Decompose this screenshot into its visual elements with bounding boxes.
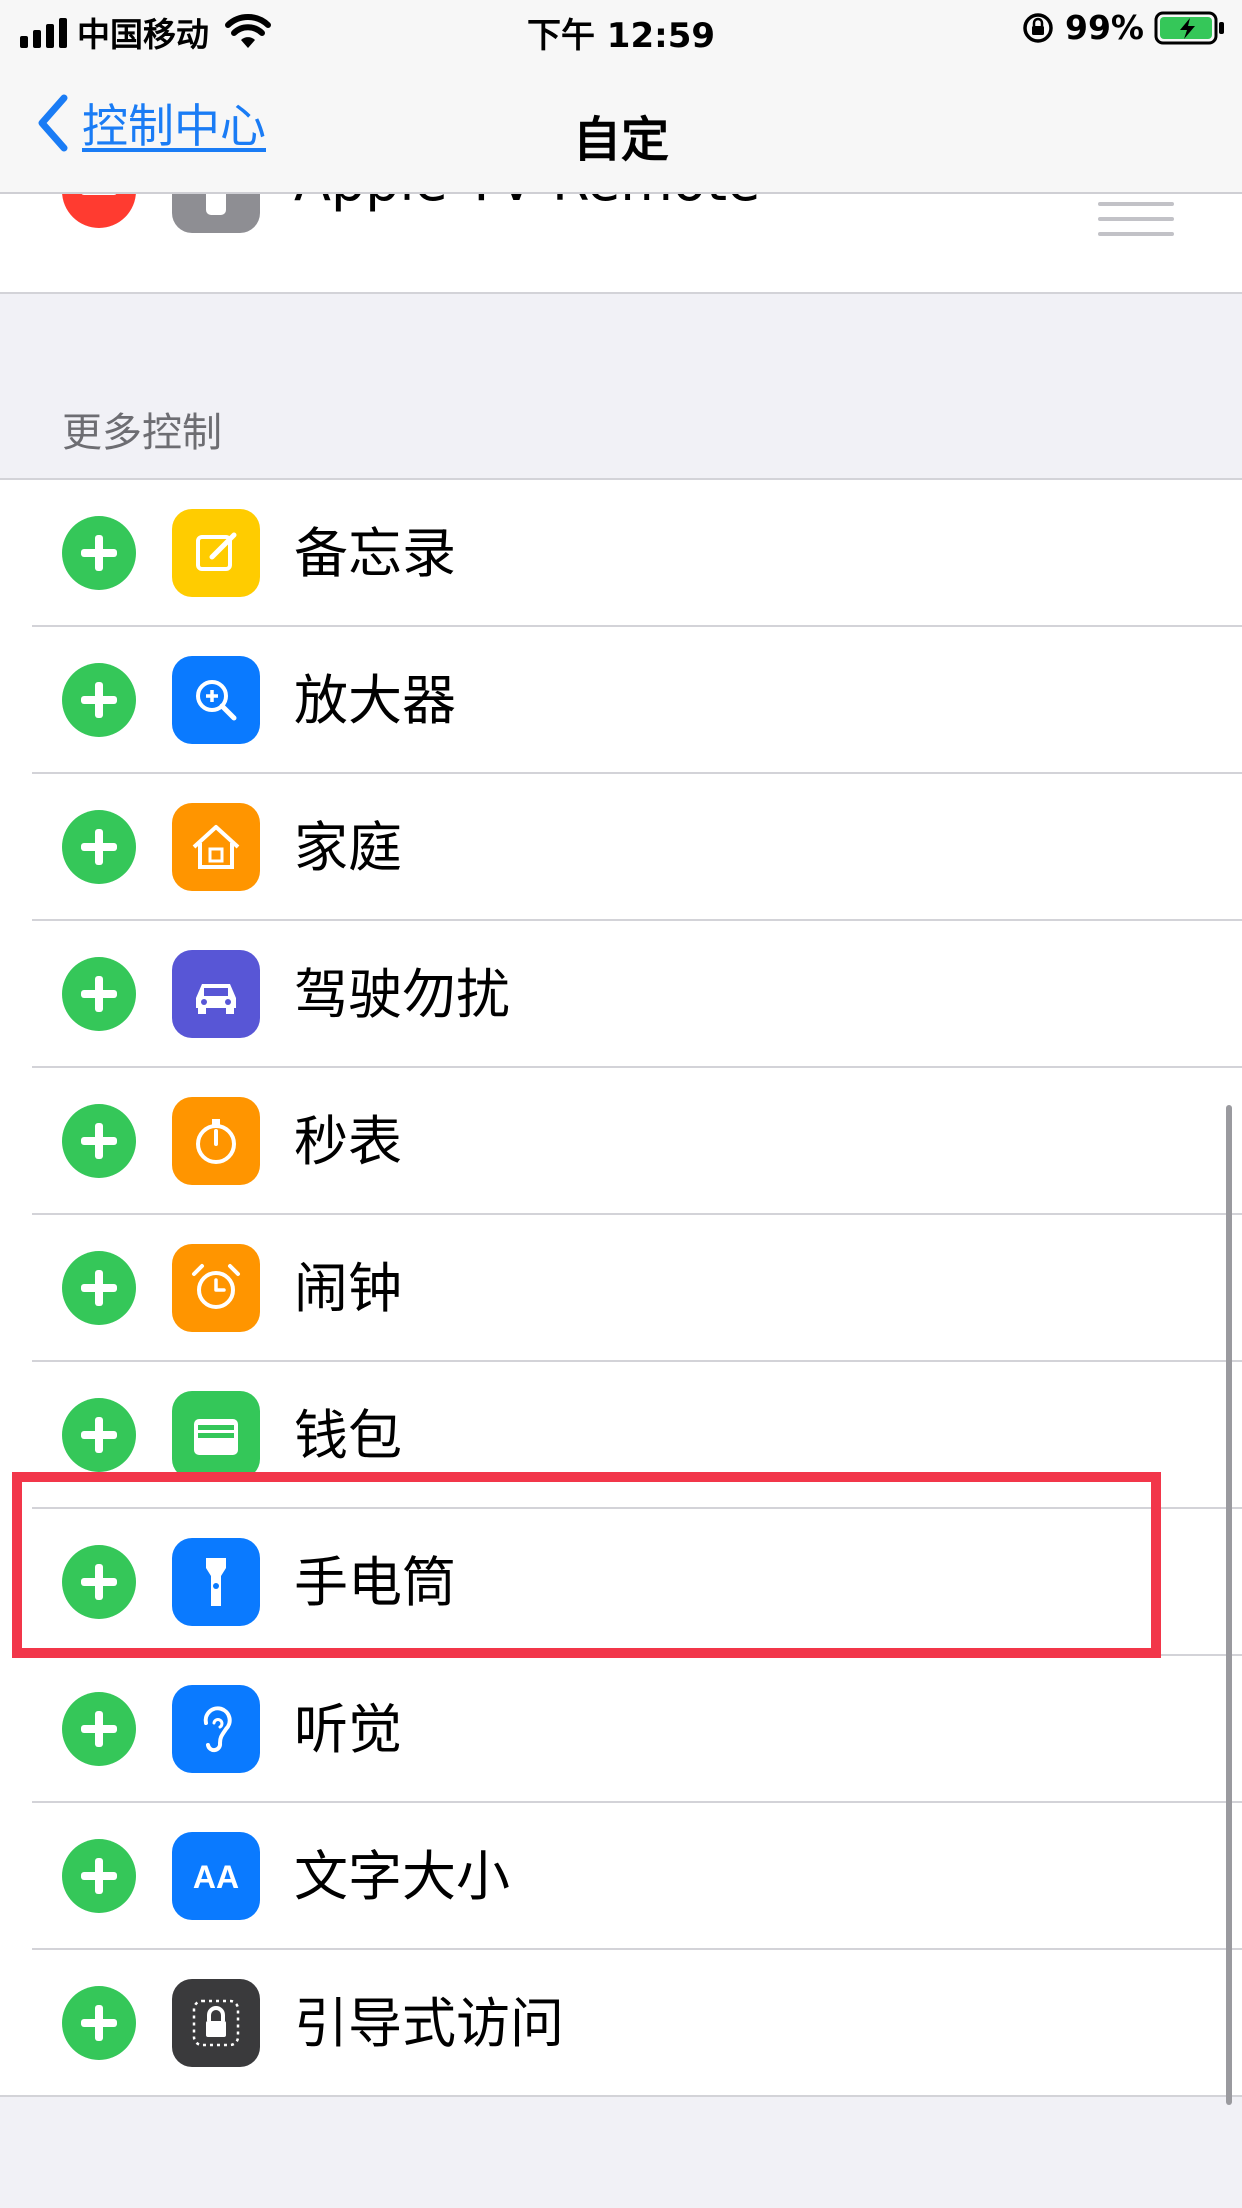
car-icon (172, 950, 260, 1038)
control-row-hearing: 听觉 (0, 1656, 1242, 1803)
add-button[interactable] (62, 1545, 136, 1619)
add-button[interactable] (62, 1692, 136, 1766)
add-button[interactable] (62, 1398, 136, 1472)
row-label: 文字大小 (294, 1845, 510, 1908)
row-label: 引导式访问 (294, 1992, 564, 2055)
add-button[interactable] (62, 957, 136, 1031)
guided-access-lock-icon (172, 1979, 260, 2067)
control-row-do-not-disturb-driving: 驾驶勿扰 (0, 921, 1242, 1068)
row-label: 家庭 (294, 816, 402, 879)
section-header-more-controls: 更多控制 (62, 410, 222, 456)
orientation-lock-icon (1023, 12, 1053, 43)
status-right: 99% (1021, 8, 1226, 47)
home-icon (172, 803, 260, 891)
control-row-magnifier: 放大器 (0, 627, 1242, 774)
scroll-indicator[interactable] (1226, 1105, 1232, 2105)
reorder-handle-icon[interactable] (1098, 202, 1174, 242)
navigation-bar: 控制中心 自定 (0, 62, 1242, 194)
row-label: 秒表 (294, 1110, 402, 1173)
list-footer-background (0, 2097, 1242, 2208)
divider (0, 292, 1242, 294)
wallet-icon (172, 1391, 260, 1479)
row-label: 听觉 (294, 1698, 402, 1761)
battery-charging-icon (1154, 11, 1224, 44)
status-bar: 中国移动 下午 12:59 99% (0, 0, 1242, 62)
add-button[interactable] (62, 663, 136, 737)
control-row-home: 家庭 (0, 774, 1242, 921)
alarm-clock-icon (172, 1244, 260, 1332)
ear-icon (172, 1685, 260, 1773)
row-label: 驾驶勿扰 (294, 963, 510, 1026)
row-label: 备忘录 (294, 522, 456, 585)
text-size-glyph: AA (193, 1859, 239, 1895)
control-row-wallet: 钱包 (0, 1362, 1242, 1509)
text-size-icon: AA (172, 1832, 260, 1920)
control-row-alarm: 闹钟 (0, 1215, 1242, 1362)
control-row-guided-access: 引导式访问 (0, 1950, 1242, 2097)
add-button[interactable] (62, 810, 136, 884)
notes-icon (172, 509, 260, 597)
control-row-flashlight: 手电筒 (0, 1509, 1242, 1656)
magnifier-icon (172, 656, 260, 744)
add-button[interactable] (62, 516, 136, 590)
row-label: 放大器 (294, 669, 456, 732)
control-row-notes: 备忘录 (0, 480, 1242, 627)
row-label: 闹钟 (294, 1257, 402, 1320)
flashlight-icon (172, 1538, 260, 1626)
stopwatch-icon (172, 1097, 260, 1185)
battery-percent: 99% (1065, 8, 1144, 47)
row-label: 手电筒 (294, 1551, 456, 1614)
control-row-stopwatch: 秒表 (0, 1068, 1242, 1215)
control-row-text-size: AA 文字大小 (0, 1803, 1242, 1950)
add-button[interactable] (62, 1986, 136, 2060)
add-button[interactable] (62, 1251, 136, 1325)
row-label: 钱包 (294, 1404, 402, 1467)
add-button[interactable] (62, 1839, 136, 1913)
page-title: 自定 (572, 112, 669, 168)
add-button[interactable] (62, 1104, 136, 1178)
